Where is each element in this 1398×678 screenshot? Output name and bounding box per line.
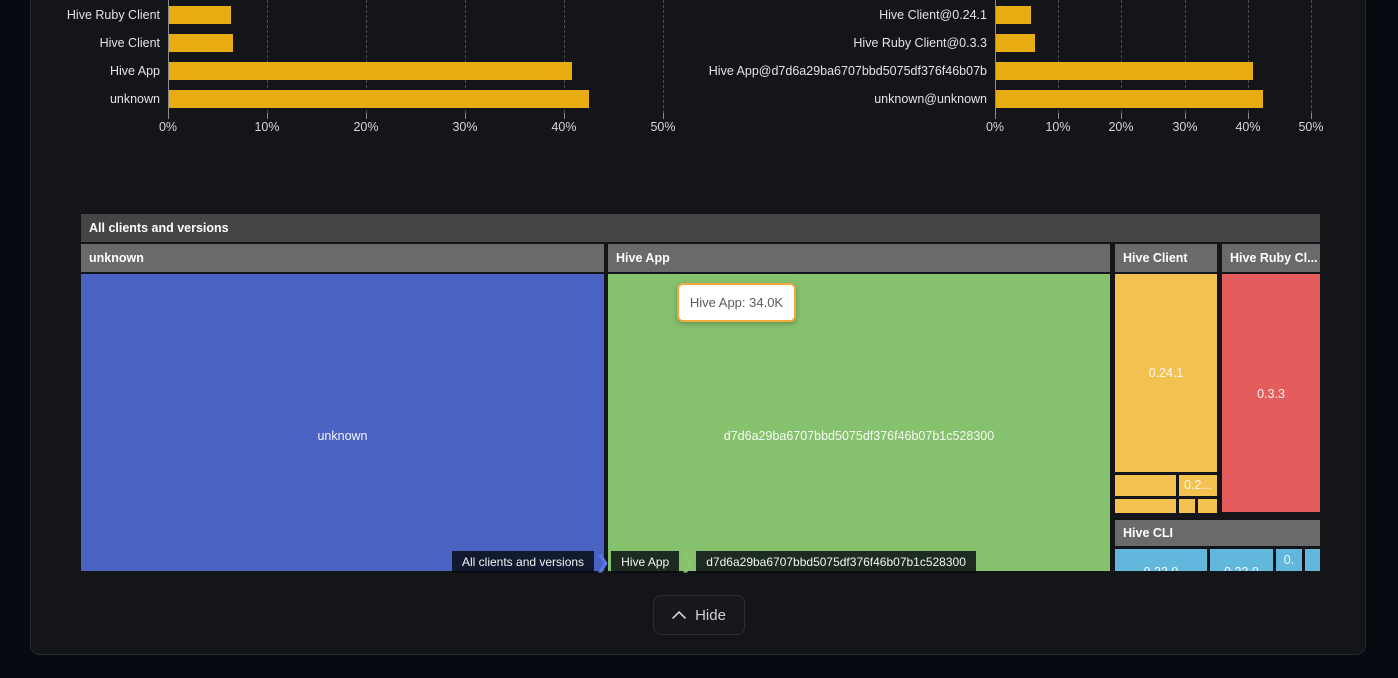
- treemap-header-hive-client[interactable]: Hive Client: [1115, 244, 1217, 272]
- treemap-cell-label: d7d6a29ba6707bbd5075df376f46b07b1c528300: [608, 429, 1110, 444]
- x-tick-label: 10%: [239, 120, 295, 134]
- axis-tick: [168, 113, 169, 119]
- treemap-cell-cli-0230[interactable]: 0.23.0: [1115, 549, 1207, 571]
- x-tick-label: 40%: [536, 120, 592, 134]
- bar-hive-ruby-033[interactable]: [996, 34, 1035, 52]
- treemap-cell-label: 0.: [1276, 553, 1302, 568]
- bar-hive-client[interactable]: [169, 34, 233, 52]
- dashboard-panel: Hive Ruby Client Hive Client Hive App un…: [0, 0, 1398, 678]
- treemap-cell-label: 0.23.0: [1210, 565, 1273, 571]
- x-tick-label: 10%: [1030, 120, 1086, 134]
- bar-unknown[interactable]: [169, 90, 589, 108]
- bar-hive-client-0241[interactable]: [996, 6, 1031, 24]
- treemap-cell-label: unknown: [81, 429, 604, 444]
- category-label: Hive Client: [0, 35, 160, 51]
- chevron-right-icon: ❯: [680, 551, 695, 573]
- treemap-cell-cli-0230b[interactable]: 0.23.0: [1210, 549, 1273, 571]
- treemap-cell-cli-0x[interactable]: 0.: [1276, 549, 1302, 571]
- treemap-cell-033[interactable]: 0.3.3: [1222, 274, 1320, 512]
- axis-tick: [1185, 113, 1186, 119]
- x-tick-label: 30%: [1157, 120, 1213, 134]
- x-tick-label: 50%: [635, 120, 691, 134]
- treemap-cell-unknown[interactable]: unknown: [81, 274, 604, 571]
- category-label: Hive Client@0.24.1: [690, 7, 987, 23]
- hide-button-label: Hide: [695, 607, 726, 624]
- bar-hive-ruby-client[interactable]: [169, 6, 231, 24]
- x-tick-label: 0%: [140, 120, 196, 134]
- x-tick-label: 20%: [338, 120, 394, 134]
- treemap-root-header[interactable]: All clients and versions: [81, 214, 1320, 242]
- category-label: Hive Ruby Client: [0, 7, 160, 23]
- x-tick-label: 40%: [1220, 120, 1276, 134]
- treemap-cell-0241[interactable]: 0.24.1: [1115, 274, 1217, 472]
- axis-tick: [366, 113, 367, 119]
- treemap-header-unknown[interactable]: unknown: [81, 244, 604, 272]
- treemap-cell-client-minor[interactable]: [1198, 499, 1217, 513]
- axis-tick: [564, 113, 565, 119]
- treemap-cell-label: 0.3.3: [1222, 387, 1320, 402]
- axis-tick: [1311, 113, 1312, 119]
- treemap-cell-cli-minor[interactable]: [1305, 549, 1320, 571]
- axis-tick: [1058, 113, 1059, 119]
- x-tick-label: 0%: [967, 120, 1023, 134]
- hide-button[interactable]: Hide: [653, 595, 745, 635]
- treemap-header-hive-cli[interactable]: Hive CLI: [1115, 520, 1320, 546]
- bar-hive-app-hash[interactable]: [996, 62, 1253, 80]
- category-label: Hive App@d7d6a29ba6707bbd5075df376f46b07…: [690, 63, 987, 79]
- treemap-header-hive-ruby[interactable]: Hive Ruby Cl...: [1222, 244, 1320, 272]
- category-label: unknown@unknown: [690, 91, 987, 107]
- axis-tick: [995, 113, 996, 119]
- x-tick-label: 30%: [437, 120, 493, 134]
- treemap-cell-label: 0.24.1: [1115, 366, 1217, 381]
- treemap-cell-client-minor[interactable]: [1115, 475, 1176, 496]
- treemap-cell-client-minor[interactable]: [1179, 499, 1195, 513]
- treemap-header-hive-app[interactable]: Hive App: [608, 244, 1110, 272]
- x-tick-label: 50%: [1283, 120, 1339, 134]
- bar-unknown-unknown[interactable]: [996, 90, 1263, 108]
- treemap-cell-label: 0.2...: [1179, 478, 1217, 493]
- category-label: unknown: [0, 91, 160, 107]
- gridline: [1311, 0, 1312, 113]
- treemap-cell-label: 0.23.0: [1115, 565, 1207, 571]
- gridline: [663, 0, 664, 113]
- breadcrumb-item-hash[interactable]: d7d6a29ba6707bbd5075df376f46b07b1c528300: [696, 551, 976, 573]
- chevron-right-icon: ❯: [595, 551, 610, 573]
- axis-tick: [1121, 113, 1122, 119]
- axis-tick: [465, 113, 466, 119]
- hover-tooltip: Hive App: 34.0K: [677, 283, 796, 322]
- treemap-breadcrumb: All clients and versions ❯ Hive App ❯ d7…: [452, 551, 976, 573]
- tooltip-text: Hive App: 34.0K: [690, 295, 783, 310]
- breadcrumb-item-hive-app[interactable]: Hive App: [611, 551, 679, 573]
- breadcrumb-item-root[interactable]: All clients and versions: [452, 551, 594, 573]
- treemap-cell-client-minor[interactable]: [1115, 499, 1176, 513]
- axis-tick: [267, 113, 268, 119]
- category-label: Hive App: [0, 63, 160, 79]
- treemap-cell-02x[interactable]: 0.2...: [1179, 475, 1217, 496]
- axis-tick: [1248, 113, 1249, 119]
- axis-tick: [663, 113, 664, 119]
- x-tick-label: 20%: [1093, 120, 1149, 134]
- category-label: Hive Ruby Client@0.3.3: [690, 35, 987, 51]
- bar-hive-app[interactable]: [169, 62, 572, 80]
- chevron-up-icon: [672, 611, 686, 619]
